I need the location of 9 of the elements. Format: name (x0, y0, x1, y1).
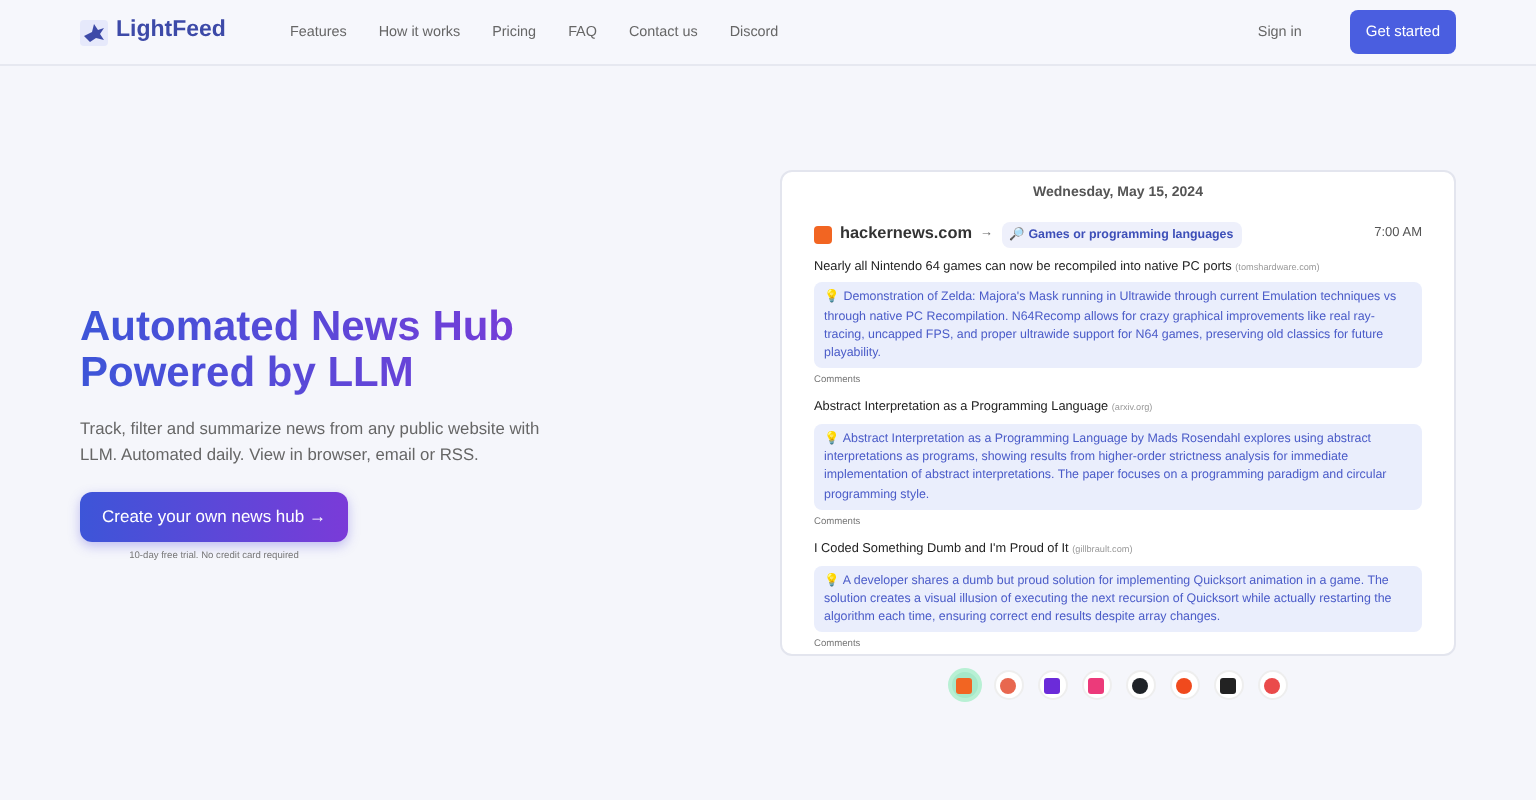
create-news-hub-button[interactable]: Create your own news hub → (80, 492, 348, 543)
source-name: hackernews.com (840, 222, 972, 246)
source-logo-icon (814, 225, 832, 244)
hero-subtitle: Track, filter and summarize news from any public website with LLM. Automated daily. View in browser, email or RSS. (80, 416, 542, 467)
bird-logo-icon (80, 19, 108, 45)
source-button[interactable] (1127, 672, 1153, 698)
brand-name[interactable]: LightFeed (116, 14, 226, 50)
source-button[interactable] (1039, 672, 1065, 698)
source-button[interactable] (1215, 672, 1241, 698)
